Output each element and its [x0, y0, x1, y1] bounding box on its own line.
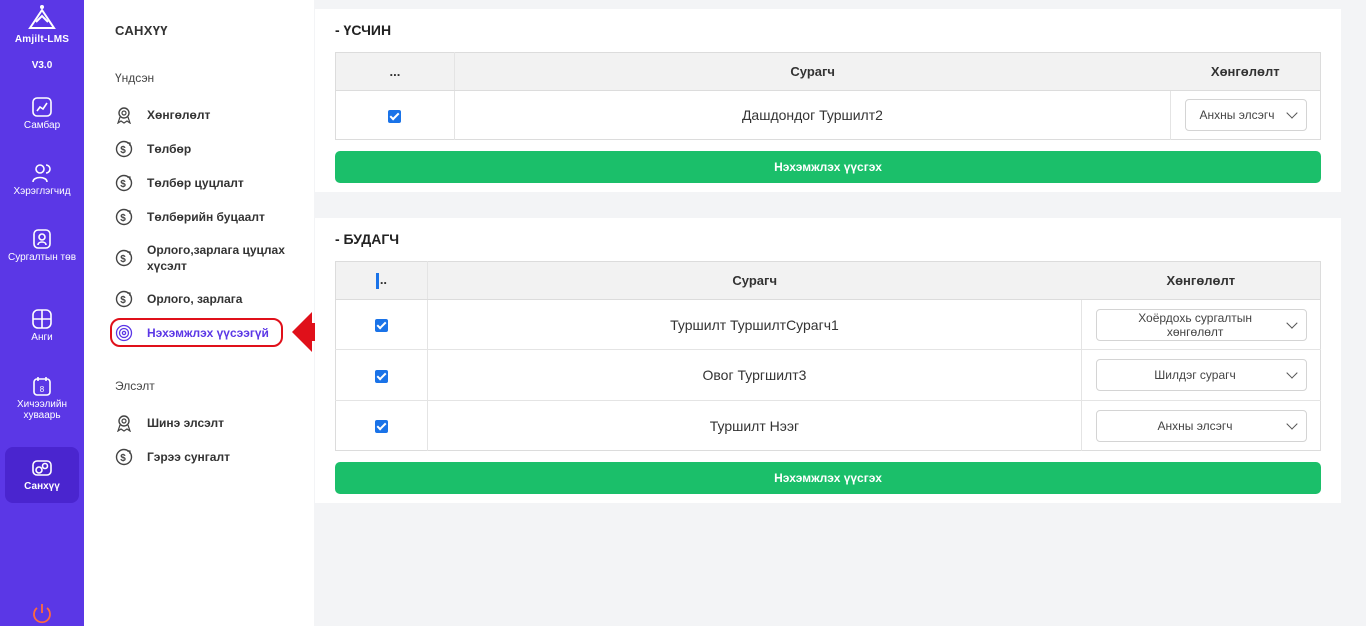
discount-select[interactable]: Шилдэг сурагч — [1095, 359, 1307, 391]
table-row: Дашдондог Туршилт2 Анхны элсэгч — [335, 90, 1321, 140]
rail-item-label: Хичээлийн хуваарь — [17, 399, 67, 421]
svg-text:$: $ — [120, 145, 126, 156]
chevron-down-icon — [1285, 367, 1298, 379]
app-version: V3.0 — [31, 60, 53, 71]
rail-item-training-center[interactable]: Сургалтын төв — [5, 228, 79, 284]
row-checkbox[interactable] — [374, 319, 388, 333]
power-icon[interactable] — [31, 602, 53, 624]
svg-text:$: $ — [120, 179, 126, 190]
sidebar-item-payment-refund[interactable]: $ Төлбөрийн буцаалт — [115, 208, 305, 226]
grid-icon — [32, 309, 52, 329]
table-row: Туршилт ТуршилтСурагч1 Хоёрдохь сургалты… — [335, 299, 1321, 350]
sidebar-item-label: Орлого, зарлага — [147, 292, 243, 306]
table-row: Туршилт Нээг Анхны элсэгч — [335, 400, 1321, 451]
table-row: Овог Тургшилт3 Шилдэг сурагч — [335, 349, 1321, 401]
dollar-circle-icon: $ — [115, 448, 133, 466]
column-header-select[interactable]: .. — [335, 261, 428, 300]
column-header-discount: Хөнгөлөлт — [1081, 261, 1321, 300]
sidebar-item-payment[interactable]: $ Төлбөр — [115, 140, 305, 158]
sidebar-item-label: Төлбөрийн буцаалт — [147, 210, 265, 224]
rail-item-label: Анги — [31, 332, 53, 343]
calendar-icon: 8 — [33, 377, 51, 396]
rail-item-label: Сургалтын төв — [7, 252, 77, 263]
rail-item-dashboard[interactable]: Самбар — [5, 96, 79, 140]
rail-item-label: Хэрэглэгчид — [13, 186, 71, 197]
row-checkbox[interactable] — [374, 369, 388, 383]
section-title: - ҮСЧИН — [335, 22, 392, 38]
create-invoice-button[interactable]: Нэхэмжлэх үүсгэх — [335, 151, 1321, 183]
svg-text:$: $ — [120, 295, 126, 306]
finance-sidebar: САНХҮҮ Үндсэн Хөнгөлөлт $ Төлбөр $ Төлбө… — [84, 0, 314, 626]
sidebar-item-label: Шинэ элсэлт — [147, 416, 224, 430]
chart-icon — [32, 97, 52, 117]
calendar-day: 8 — [40, 385, 45, 394]
chevron-down-icon — [1285, 417, 1298, 430]
student-name: Туршилт ТуршилтСурагч1 — [427, 299, 1082, 350]
create-invoice-button[interactable]: Нэхэмжлэх үүсгэх — [335, 462, 1321, 494]
student-name: Овог Тургшилт3 — [427, 349, 1082, 401]
rail-item-class[interactable]: Анги — [5, 308, 79, 352]
column-header-student: Сурагч — [427, 261, 1082, 300]
dollar-circle-icon: $ — [115, 174, 133, 192]
dollar-circle-icon: $ — [115, 290, 133, 308]
sidebar-item-income-expense-cancel-request[interactable]: $ Орлого,зарлага цуцлах хүсэлт — [115, 242, 305, 274]
rail-item-label: Санхүү — [24, 481, 60, 492]
students-table: ... Сурагч Хөнгөлөлт Дашдондог Туршилт2 … — [335, 52, 1321, 140]
annotation-highlight — [110, 318, 283, 347]
discount-value: Анхны элсэгч — [1157, 418, 1233, 433]
dollar-circle-icon: $ — [115, 249, 133, 267]
column-header-discount: Хөнгөлөлт — [1170, 52, 1321, 91]
rail-item-users[interactable]: Хэрэглэгчид — [5, 162, 79, 206]
sidebar-title: САНХҮҮ — [115, 23, 168, 38]
row-checkbox[interactable] — [374, 420, 388, 434]
discount-select[interactable]: Хоёрдохь сургалтын хөнгөлөлт — [1095, 308, 1307, 341]
sidebar-item-income-expense[interactable]: $ Орлого, зарлага — [115, 290, 305, 308]
dollar-circle-icon: $ — [115, 140, 133, 158]
svg-text:$: $ — [120, 213, 126, 224]
app-name: Amjilt-LMS — [14, 34, 70, 45]
sidebar-item-discount[interactable]: Хөнгөлөлт — [115, 106, 305, 124]
badge-icon — [117, 415, 131, 432]
discount-select[interactable]: Анхны элсэгч — [1184, 99, 1307, 131]
sidebar-item-label: Төлбөр — [147, 142, 192, 156]
column-header-student: Сурагч — [454, 52, 1171, 91]
sidebar-item-label: Хөнгөлөлт — [147, 108, 211, 122]
row-checkbox[interactable] — [388, 109, 402, 123]
section-title: - БУДАГЧ — [335, 231, 400, 247]
sidebar-item-label: Орлого,зарлага цуцлах хүсэлт — [147, 243, 285, 273]
dollar-circle-icon: $ — [115, 208, 133, 226]
discount-value: Анхны элсэгч — [1199, 108, 1275, 122]
sidebar-item-contract-renewal[interactable]: $ Гэрээ сунгалт — [115, 448, 305, 466]
rail-item-label: Самбар — [23, 120, 61, 131]
chevron-down-icon — [1286, 316, 1298, 329]
app-rail: Amjilt-LMS V3.0 Самбар Хэрэглэгчид Сурга… — [0, 0, 84, 626]
sidebar-group-enrollment: Элсэлт — [115, 379, 155, 393]
select-all-indicator — [375, 272, 379, 289]
center-icon — [33, 229, 51, 249]
discount-value: Хоёрдохь сургалтын хөнгөлөлт — [1138, 310, 1253, 339]
section-card-1: - ҮСЧИН ... Сурагч Хөнгөлөлт Дашдондог Т… — [315, 9, 1341, 192]
rail-item-finance[interactable]: Санхүү — [5, 447, 79, 503]
student-name: Туршилт Нээг — [427, 400, 1082, 451]
sidebar-group-main: Үндсэн — [115, 71, 155, 85]
svg-text:$: $ — [120, 453, 126, 464]
sidebar-item-payment-cancel[interactable]: $ Төлбөр цуцлалт — [115, 174, 305, 192]
svg-text:$: $ — [120, 254, 126, 265]
sidebar-item-new-enrollment[interactable]: Шинэ элсэлт — [115, 414, 305, 432]
sidebar-item-label: Гэрээ сунгалт — [147, 450, 230, 464]
sidebar-item-label: Төлбөр цуцлалт — [147, 176, 244, 190]
section-card-2: - БУДАГЧ .. Сурагч Хөнгөлөлт Туршилт Тур… — [315, 218, 1341, 503]
rail-item-schedule[interactable]: 8 Хичээлийн хуваарь — [5, 375, 79, 431]
students-table: .. Сурагч Хөнгөлөлт Туршилт ТуршилтСураг… — [335, 261, 1321, 451]
badge-icon — [117, 107, 131, 124]
discount-value: Шилдэг сурагч — [1154, 368, 1236, 382]
column-header-select: ... — [335, 52, 455, 91]
chevron-down-icon — [1285, 107, 1298, 119]
discount-select[interactable]: Анхны элсэгч — [1095, 409, 1307, 442]
users-icon — [32, 164, 51, 183]
student-name: Дашдондог Туршилт2 — [454, 90, 1171, 140]
finance-icon — [32, 460, 52, 476]
logo-icon — [28, 5, 56, 29]
